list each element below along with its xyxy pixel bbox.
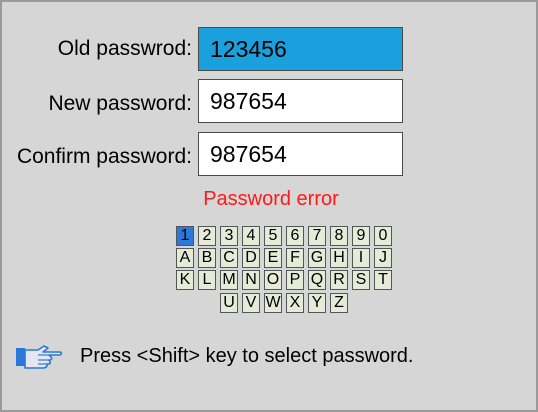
key-6[interactable]: 6	[286, 226, 304, 246]
key-f[interactable]: F	[286, 248, 304, 268]
confirm-password-label: Confirm password:	[16, 145, 192, 168]
key-3[interactable]: 3	[220, 226, 238, 246]
key-1[interactable]: 1	[176, 226, 194, 246]
key-c[interactable]: C	[220, 248, 238, 268]
new-password-field[interactable]: 987654	[198, 79, 403, 123]
key-4[interactable]: 4	[242, 226, 260, 246]
password-change-screen: Old passwrod: 123456 New password: 98765…	[0, 0, 538, 412]
key-m[interactable]: M	[220, 270, 238, 290]
key-k[interactable]: K	[176, 270, 194, 290]
key-d[interactable]: D	[242, 248, 260, 268]
key-p[interactable]: P	[286, 270, 304, 290]
key-8[interactable]: 8	[330, 226, 348, 246]
key-h[interactable]: H	[330, 248, 348, 268]
pointing-hand-icon	[16, 345, 63, 369]
key-q[interactable]: Q	[308, 270, 326, 290]
key-n[interactable]: N	[242, 270, 260, 290]
key-w[interactable]: W	[264, 293, 282, 313]
key-z[interactable]: Z	[330, 293, 348, 313]
key-r[interactable]: R	[330, 270, 348, 290]
hint-text: Press <Shift> key to select password.	[80, 345, 414, 367]
key-t[interactable]: T	[374, 270, 392, 290]
key-2[interactable]: 2	[198, 226, 216, 246]
error-message: Password error	[203, 188, 339, 210]
key-s[interactable]: S	[352, 270, 370, 290]
key-a[interactable]: A	[176, 248, 194, 268]
key-l[interactable]: L	[198, 270, 216, 290]
key-9[interactable]: 9	[352, 226, 370, 246]
key-g[interactable]: G	[308, 248, 326, 268]
key-i[interactable]: I	[352, 248, 370, 268]
key-e[interactable]: E	[264, 248, 282, 268]
key-b[interactable]: B	[198, 248, 216, 268]
old-password-field[interactable]: 123456	[198, 27, 403, 71]
confirm-password-field[interactable]: 987654	[198, 132, 403, 176]
old-password-label: Old passwrod:	[57, 37, 192, 60]
key-j[interactable]: J	[374, 248, 392, 268]
key-v[interactable]: V	[242, 293, 260, 313]
key-5[interactable]: 5	[264, 226, 282, 246]
new-password-label: New password:	[48, 92, 192, 115]
key-x[interactable]: X	[286, 293, 304, 313]
key-0[interactable]: 0	[374, 226, 392, 246]
key-u[interactable]: U	[220, 293, 238, 313]
key-o[interactable]: O	[264, 270, 282, 290]
key-7[interactable]: 7	[308, 226, 326, 246]
key-y[interactable]: Y	[308, 293, 326, 313]
